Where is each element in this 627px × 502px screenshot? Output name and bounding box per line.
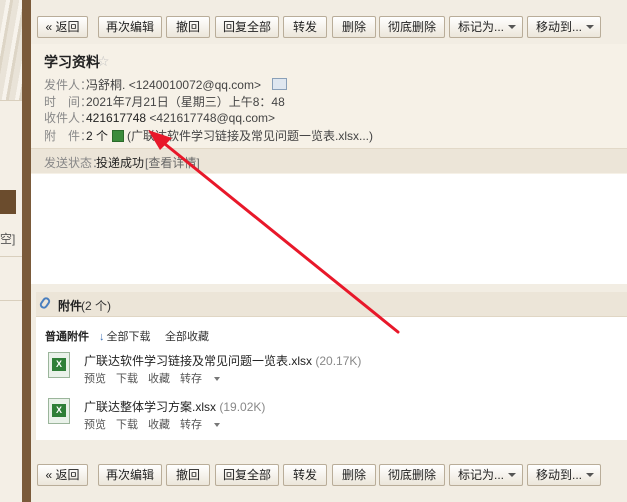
save-to-label: 转存 xyxy=(180,373,202,385)
paperclip-icon xyxy=(38,295,52,311)
attachment-filename[interactable]: 广联达整体学习方案.xlsx xyxy=(84,400,216,414)
time-row: 时 间：2021年7月21日（星期三）上午8：48 xyxy=(44,93,285,109)
recall-button[interactable]: 撤回 xyxy=(166,464,210,486)
left-edge-text: 空] xyxy=(0,232,16,246)
reedit-button[interactable]: 再次编辑 xyxy=(98,16,162,38)
reedit-button[interactable]: 再次编辑 xyxy=(98,464,162,486)
favorite-link[interactable]: 收藏 xyxy=(148,373,170,385)
delete-button[interactable]: 删除 xyxy=(332,464,376,486)
contact-card-icon[interactable] xyxy=(272,78,288,90)
delete-button[interactable]: 删除 xyxy=(332,16,376,38)
attachments-title: 附件 xyxy=(58,299,83,313)
divider xyxy=(0,100,22,101)
attachments-header: 附件 (2 个) xyxy=(36,292,627,317)
recipient-row: 收件人：421617748 <421617748@qq.com> xyxy=(44,109,275,125)
delete-permanently-button[interactable]: 彻底删除 xyxy=(379,464,445,486)
chevron-down-icon xyxy=(586,25,594,29)
forward-button[interactable]: 转发 xyxy=(283,464,327,486)
mark-as-dropdown[interactable]: 标记为... xyxy=(449,464,523,486)
excel-file-icon: X xyxy=(48,398,70,424)
mail-subject: 学习资料 xyxy=(44,54,100,70)
move-to-label: 移动到... xyxy=(536,20,583,34)
attachments-count: (2 个) xyxy=(81,299,112,313)
move-to-dropdown[interactable]: 移动到... xyxy=(527,464,601,486)
move-to-dropdown[interactable]: 移动到... xyxy=(527,16,601,38)
reply-all-button[interactable]: 回复全部 xyxy=(215,16,279,38)
attachment-item: X 广联达整体学习方案.xlsx (19.02K) 预览 下载 收藏 转存 xyxy=(48,398,608,438)
attachment-actions: 预览 下载 收藏 转存 xyxy=(84,370,240,386)
move-to-label: 移动到... xyxy=(536,468,583,482)
download-link[interactable]: 下载 xyxy=(116,419,138,431)
mark-as-label: 标记为... xyxy=(458,468,505,482)
decorative-background xyxy=(0,0,22,100)
delete-permanently-button[interactable]: 彻底删除 xyxy=(379,16,445,38)
divider xyxy=(0,256,22,257)
mark-as-dropdown[interactable]: 标记为... xyxy=(449,16,523,38)
attachment-count[interactable]: 2 个 xyxy=(86,129,108,143)
chevron-down-icon xyxy=(214,423,220,427)
attachment-label: 附 件： xyxy=(44,129,93,143)
time-value: 2021年7月21日（星期三）上午8：48 xyxy=(86,95,285,109)
mail-body xyxy=(31,174,627,284)
recipient-name[interactable]: 421617748 xyxy=(86,111,146,125)
attachment-preview-link[interactable]: (广联达软件学习链接及常见问题一览表.xlsx...) xyxy=(127,129,373,143)
attachments-panel: 附件 (2 个) 普通附件 ↓ 全部下载 全部收藏 X 广联达软件学习链接及常见问… xyxy=(36,292,627,440)
forward-button[interactable]: 转发 xyxy=(283,16,327,38)
preview-link[interactable]: 预览 xyxy=(84,419,106,431)
download-all-button[interactable]: ↓ 全部下载 xyxy=(99,328,151,344)
sender-name[interactable]: 冯舒桐. xyxy=(86,78,125,92)
divider xyxy=(0,300,22,301)
chevron-down-icon xyxy=(508,473,516,477)
reply-all-button[interactable]: 回复全部 xyxy=(215,464,279,486)
download-all-label: 全部下载 xyxy=(106,331,151,343)
recipient-label: 收件人： xyxy=(44,111,93,125)
view-details-link[interactable]: [查看详情] xyxy=(145,154,200,171)
attachment-name[interactable]: 广联达整体学习方案.xlsx (19.02K) xyxy=(84,398,265,415)
mail-view: « 返回 再次编辑 撤回 回复全部 转发 删除 彻底删除 标记为... 移动到.… xyxy=(31,0,627,502)
mark-as-label: 标记为... xyxy=(458,20,505,34)
download-arrow-icon: ↓ xyxy=(99,331,105,343)
mail-header: 学习资料 ☆ 发件人：冯舒桐. <1240010072@qq.com> 时 间：… xyxy=(31,44,627,174)
attachment-size: (19.02K) xyxy=(219,400,266,414)
recall-button[interactable]: 撤回 xyxy=(166,16,210,38)
send-status-row: 发送状态： 投递成功 [查看详情] xyxy=(31,148,627,173)
status-label: 发送状态： xyxy=(44,156,105,170)
left-panel-edge: 空] xyxy=(0,0,22,502)
back-button[interactable]: « 返回 xyxy=(37,464,88,486)
attachment-size: (20.17K) xyxy=(315,354,362,368)
chevron-down-icon xyxy=(214,377,220,381)
attachment-name[interactable]: 广联达软件学习链接及常见问题一览表.xlsx (20.17K) xyxy=(84,352,361,369)
save-to-label: 转存 xyxy=(180,419,202,431)
top-toolbar: « 返回 再次编辑 撤回 回复全部 转发 删除 彻底删除 标记为... 移动到.… xyxy=(31,10,627,44)
attachment-row: 附 件：2 个 (广联达软件学习链接及常见问题一览表.xlsx...) xyxy=(44,127,373,143)
recipient-email: <421617748@qq.com> xyxy=(149,111,276,125)
status-value: 投递成功 xyxy=(96,156,145,170)
excel-file-icon: X xyxy=(48,352,70,378)
attachment-item: X 广联达软件学习链接及常见问题一览表.xlsx (20.17K) 预览 下载 收藏… xyxy=(48,352,608,392)
bottom-toolbar: « 返回 再次编辑 撤回 回复全部 转发 删除 彻底删除 标记为... 移动到.… xyxy=(31,458,627,492)
chevron-down-icon xyxy=(508,25,516,29)
favorite-all-button[interactable]: 全部收藏 xyxy=(165,328,209,344)
normal-attachments-label: 普通附件 xyxy=(45,331,89,343)
sender-row: 发件人：冯舒桐. <1240010072@qq.com> xyxy=(44,76,288,92)
download-link[interactable]: 下载 xyxy=(116,373,138,385)
save-to-dropdown[interactable]: 转存 xyxy=(180,419,230,431)
back-button[interactable]: « 返回 xyxy=(37,16,88,38)
left-panel-marker xyxy=(0,190,16,214)
save-to-dropdown[interactable]: 转存 xyxy=(180,373,230,385)
star-icon[interactable]: ☆ xyxy=(97,53,110,70)
attachment-actions: 预览 下载 收藏 转存 xyxy=(84,416,240,432)
favorite-link[interactable]: 收藏 xyxy=(148,419,170,431)
sender-label: 发件人： xyxy=(44,78,93,92)
sender-email: <1240010072@qq.com> xyxy=(128,78,261,92)
attachment-filename[interactable]: 广联达软件学习链接及常见问题一览表.xlsx xyxy=(84,354,312,368)
preview-link[interactable]: 预览 xyxy=(84,373,106,385)
excel-file-icon xyxy=(112,130,125,142)
window-frame xyxy=(22,0,31,502)
chevron-down-icon xyxy=(586,473,594,477)
time-label: 时 间： xyxy=(44,95,93,109)
